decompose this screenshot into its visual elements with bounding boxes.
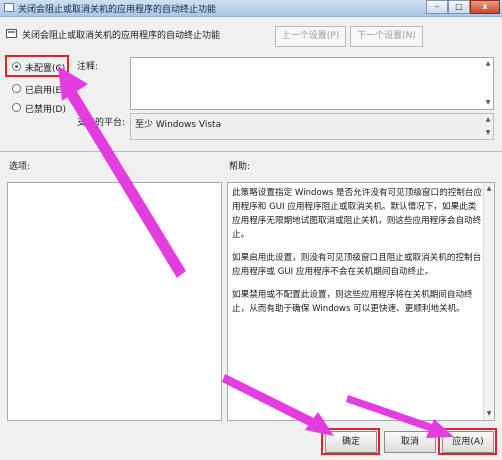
help-label: 帮助:	[229, 162, 251, 172]
scroll-up-icon[interactable]: ▲	[484, 60, 492, 68]
comment-textarea[interactable]: ▲ ▼	[130, 57, 494, 110]
setting-title: 关闭会阻止或取消关机的应用程序的自动终止功能	[22, 31, 221, 41]
close-button[interactable]: x	[470, 0, 500, 14]
window-title: 关闭会阻止或取消关机的应用程序的自动终止功能	[18, 5, 217, 15]
window-icon	[4, 3, 14, 12]
help-scrollbar[interactable]: ▲ ▼	[483, 183, 494, 420]
scroll-up-icon[interactable]: ▲	[484, 116, 492, 124]
title-bar: 关闭会阻止或取消关机的应用程序的自动终止功能 – □ x	[0, 0, 502, 17]
radio-label: 已启用(E)	[25, 86, 65, 96]
platform-scrollbar[interactable]: ▲ ▼	[483, 114, 493, 139]
radio-button[interactable]	[12, 103, 21, 112]
help-paragraph: 如果禁用或不配置此设置，则这些应用程序将在关机期间自动终止，从而有助于确保 Wi…	[232, 290, 473, 314]
options-label: 选项:	[9, 162, 31, 172]
maximize-button[interactable]: □	[448, 0, 470, 14]
supported-platform-field: 至少 Windows Vista ▲ ▼	[130, 113, 494, 140]
help-paragraph: 如果启用此设置，则没有可见顶级窗口且阻止或取消关机的控制台应用程序或 GUI 应…	[232, 253, 482, 277]
section-divider	[0, 151, 502, 152]
scroll-down-icon[interactable]: ▼	[484, 99, 492, 107]
supported-platform-label: 支持的平台:	[77, 118, 126, 128]
help-text: 此策略设置指定 Windows 是否允许没有可见顶级窗口的控制台应用程序和 GU…	[232, 186, 484, 325]
previous-setting-button[interactable]: 上一个设置(P)	[275, 26, 346, 47]
cancel-button[interactable]: 取消	[384, 431, 436, 453]
radio-label: 已禁用(D)	[25, 105, 66, 115]
minimize-button[interactable]: –	[426, 0, 448, 14]
comment-label: 注释:	[77, 62, 99, 72]
highlight-box-apply	[438, 428, 497, 455]
radio-button[interactable]	[12, 84, 21, 93]
options-pane	[7, 182, 222, 421]
comment-scrollbar[interactable]: ▲ ▼	[483, 58, 493, 109]
scroll-down-icon[interactable]: ▼	[485, 410, 493, 418]
next-setting-button[interactable]: 下一个设置(N)	[350, 26, 423, 47]
scroll-down-icon[interactable]: ▼	[484, 129, 492, 137]
help-paragraph: 此策略设置指定 Windows 是否允许没有可见顶级窗口的控制台应用程序和 GU…	[232, 188, 483, 240]
highlight-box-not-configured	[5, 55, 69, 77]
policy-setting-icon	[6, 29, 17, 38]
supported-platform-value: 至少 Windows Vista	[135, 120, 222, 130]
scroll-up-icon[interactable]: ▲	[485, 185, 493, 193]
help-pane: 此策略设置指定 Windows 是否允许没有可见顶级窗口的控制台应用程序和 GU…	[227, 182, 495, 421]
highlight-box-ok	[321, 428, 380, 455]
